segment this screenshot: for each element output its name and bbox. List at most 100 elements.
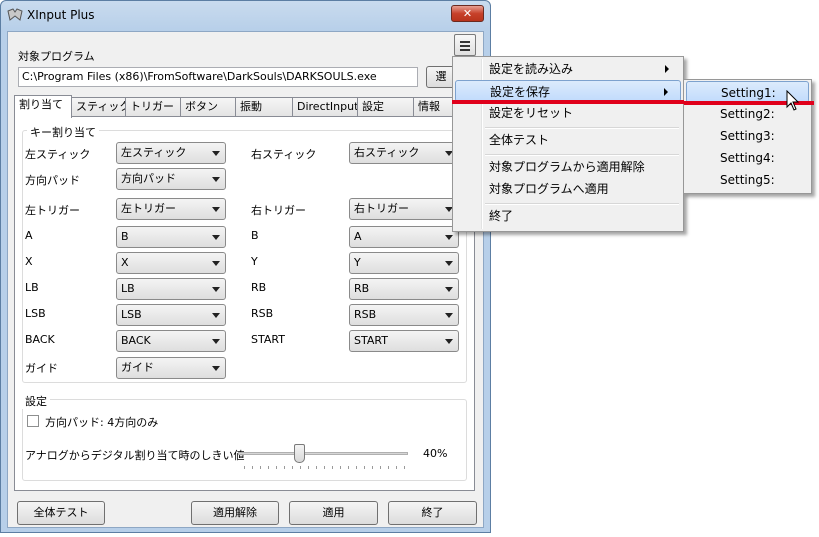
threshold-slider-thumb[interactable] — [294, 444, 305, 463]
slider-tick — [268, 466, 269, 469]
threshold-label: アナログからデジタル割り当て時のしきい値 — [25, 449, 245, 462]
menu-button[interactable] — [454, 34, 476, 56]
tab-strip: 割り当て スティック トリガー ボタン 振動 DirectInput 設定 情報 — [14, 95, 484, 118]
unapply-button[interactable]: 適用解除 — [191, 501, 279, 525]
chevron-down-icon — [445, 313, 453, 318]
menu-item-test-all[interactable]: 全体テスト — [455, 129, 681, 151]
slider-tick — [372, 466, 373, 469]
slider-tick — [380, 466, 381, 469]
back-button-select[interactable]: BACK — [116, 330, 226, 352]
right-stick-label: 右スティック — [251, 148, 317, 161]
target-program-label: 対象プログラム — [18, 50, 95, 63]
slider-tick — [388, 466, 389, 469]
menu-item-unapply-target[interactable]: 対象プログラムから適用解除 — [455, 156, 681, 178]
dpad-4way-checkbox[interactable] — [27, 415, 39, 427]
title-bar[interactable]: XInput Plus ✕ — [1, 1, 490, 31]
back-button-label: BACK — [25, 333, 55, 346]
key-assign-group-title: キー割り当て — [27, 124, 99, 140]
right-stick-select[interactable]: 右スティック — [349, 142, 459, 164]
slider-tick — [252, 466, 253, 469]
tab-settings[interactable]: 設定 — [357, 97, 414, 117]
chevron-down-icon — [212, 235, 220, 240]
lb-button-select[interactable]: LB — [116, 278, 226, 300]
chevron-down-icon — [212, 261, 220, 266]
menu-item-exit[interactable]: 終了 — [455, 205, 681, 227]
slider-tick — [348, 466, 349, 469]
guide-button-select[interactable]: ガイド — [116, 357, 226, 379]
highlight-underline-save — [452, 100, 684, 104]
assign-tab-panel: キー割り当て 左スティック 左スティック 右スティック 右スティック 方向パッド… — [14, 116, 475, 491]
threshold-slider-track[interactable] — [238, 452, 408, 455]
slider-tick — [404, 466, 405, 469]
guide-button-label: ガイド — [25, 362, 58, 375]
menu-item-reset-settings[interactable]: 設定をリセット — [455, 102, 681, 124]
lsb-button-label: LSB — [25, 307, 46, 320]
menu-item-apply-target[interactable]: 対象プログラムへ適用 — [455, 178, 681, 200]
a-button-label: A — [25, 229, 33, 242]
slider-tick — [244, 466, 245, 469]
window-title: XInput Plus — [27, 8, 95, 22]
tab-trigger[interactable]: トリガー — [125, 97, 181, 117]
exit-button[interactable]: 終了 — [388, 501, 477, 525]
chevron-down-icon — [212, 287, 220, 292]
slider-tick — [364, 466, 365, 469]
b-button-label: B — [251, 229, 259, 242]
left-stick-select[interactable]: 左スティック — [116, 142, 226, 164]
tab-stick[interactable]: スティック — [71, 97, 126, 117]
a-button-select[interactable]: B — [116, 226, 226, 248]
submenu-item-setting4[interactable]: Setting4: — [686, 147, 809, 169]
chevron-right-icon — [665, 65, 669, 73]
y-button-select[interactable]: Y — [349, 252, 459, 274]
lsb-button-select[interactable]: LSB — [116, 304, 226, 326]
right-trigger-label: 右トリガー — [251, 204, 306, 217]
start-button-label: START — [251, 333, 285, 346]
test-all-button[interactable]: 全体テスト — [17, 501, 105, 525]
tab-info[interactable]: 情報 — [413, 97, 453, 117]
menu-item-save-settings[interactable]: 設定を保存 — [455, 80, 681, 102]
left-trigger-label: 左トリガー — [25, 204, 80, 217]
chevron-down-icon — [212, 151, 220, 156]
tab-button[interactable]: ボタン — [180, 97, 236, 117]
chevron-down-icon — [445, 287, 453, 292]
settings-group-title: 設定 — [22, 393, 50, 409]
submenu-item-setting5[interactable]: Setting5: — [686, 169, 809, 191]
apply-button[interactable]: 適用 — [289, 501, 378, 525]
chevron-down-icon — [445, 235, 453, 240]
rb-button-select[interactable]: RB — [349, 278, 459, 300]
rsb-button-select[interactable]: RSB — [349, 304, 459, 326]
rb-button-label: RB — [251, 281, 267, 294]
slider-tick — [356, 466, 357, 469]
threshold-value: 40% — [423, 447, 448, 460]
main-context-menu: 設定を読み込み 設定を保存 設定をリセット 全体テスト 対象プログラムから適用解… — [452, 56, 684, 232]
x-button-select[interactable]: X — [116, 252, 226, 274]
b-button-select[interactable]: A — [349, 226, 459, 248]
menu-item-load-settings[interactable]: 設定を読み込み — [455, 58, 681, 80]
dpad-select[interactable]: 方向パッド — [116, 168, 226, 190]
app-gamepad-icon — [7, 8, 23, 21]
tab-vibration[interactable]: 振動 — [235, 97, 293, 117]
y-button-label: Y — [251, 255, 258, 268]
chevron-down-icon — [212, 313, 220, 318]
slider-tick — [324, 466, 325, 469]
chevron-down-icon — [212, 366, 220, 371]
chevron-down-icon — [445, 339, 453, 344]
slider-tick — [276, 466, 277, 469]
left-trigger-select[interactable]: 左トリガー — [116, 198, 226, 220]
right-trigger-select[interactable]: 右トリガー — [349, 198, 459, 220]
slider-tick — [292, 466, 293, 469]
slider-tick — [284, 466, 285, 469]
slider-tick — [260, 466, 261, 469]
slider-tick — [340, 466, 341, 469]
target-path-input[interactable]: C:\Program Files (x86)\FromSoftware\Dark… — [18, 67, 418, 87]
start-button-select[interactable]: START — [349, 330, 459, 352]
close-button[interactable]: ✕ — [451, 5, 484, 22]
chevron-down-icon — [212, 177, 220, 182]
submenu-item-setting3[interactable]: Setting3: — [686, 125, 809, 147]
chevron-down-icon — [212, 207, 220, 212]
tab-assign[interactable]: 割り当て — [14, 95, 72, 118]
slider-tick — [308, 466, 309, 469]
lb-button-label: LB — [25, 281, 39, 294]
close-icon: ✕ — [462, 7, 473, 20]
tab-directinput[interactable]: DirectInput — [292, 97, 358, 117]
mouse-pointer-icon — [786, 90, 800, 111]
